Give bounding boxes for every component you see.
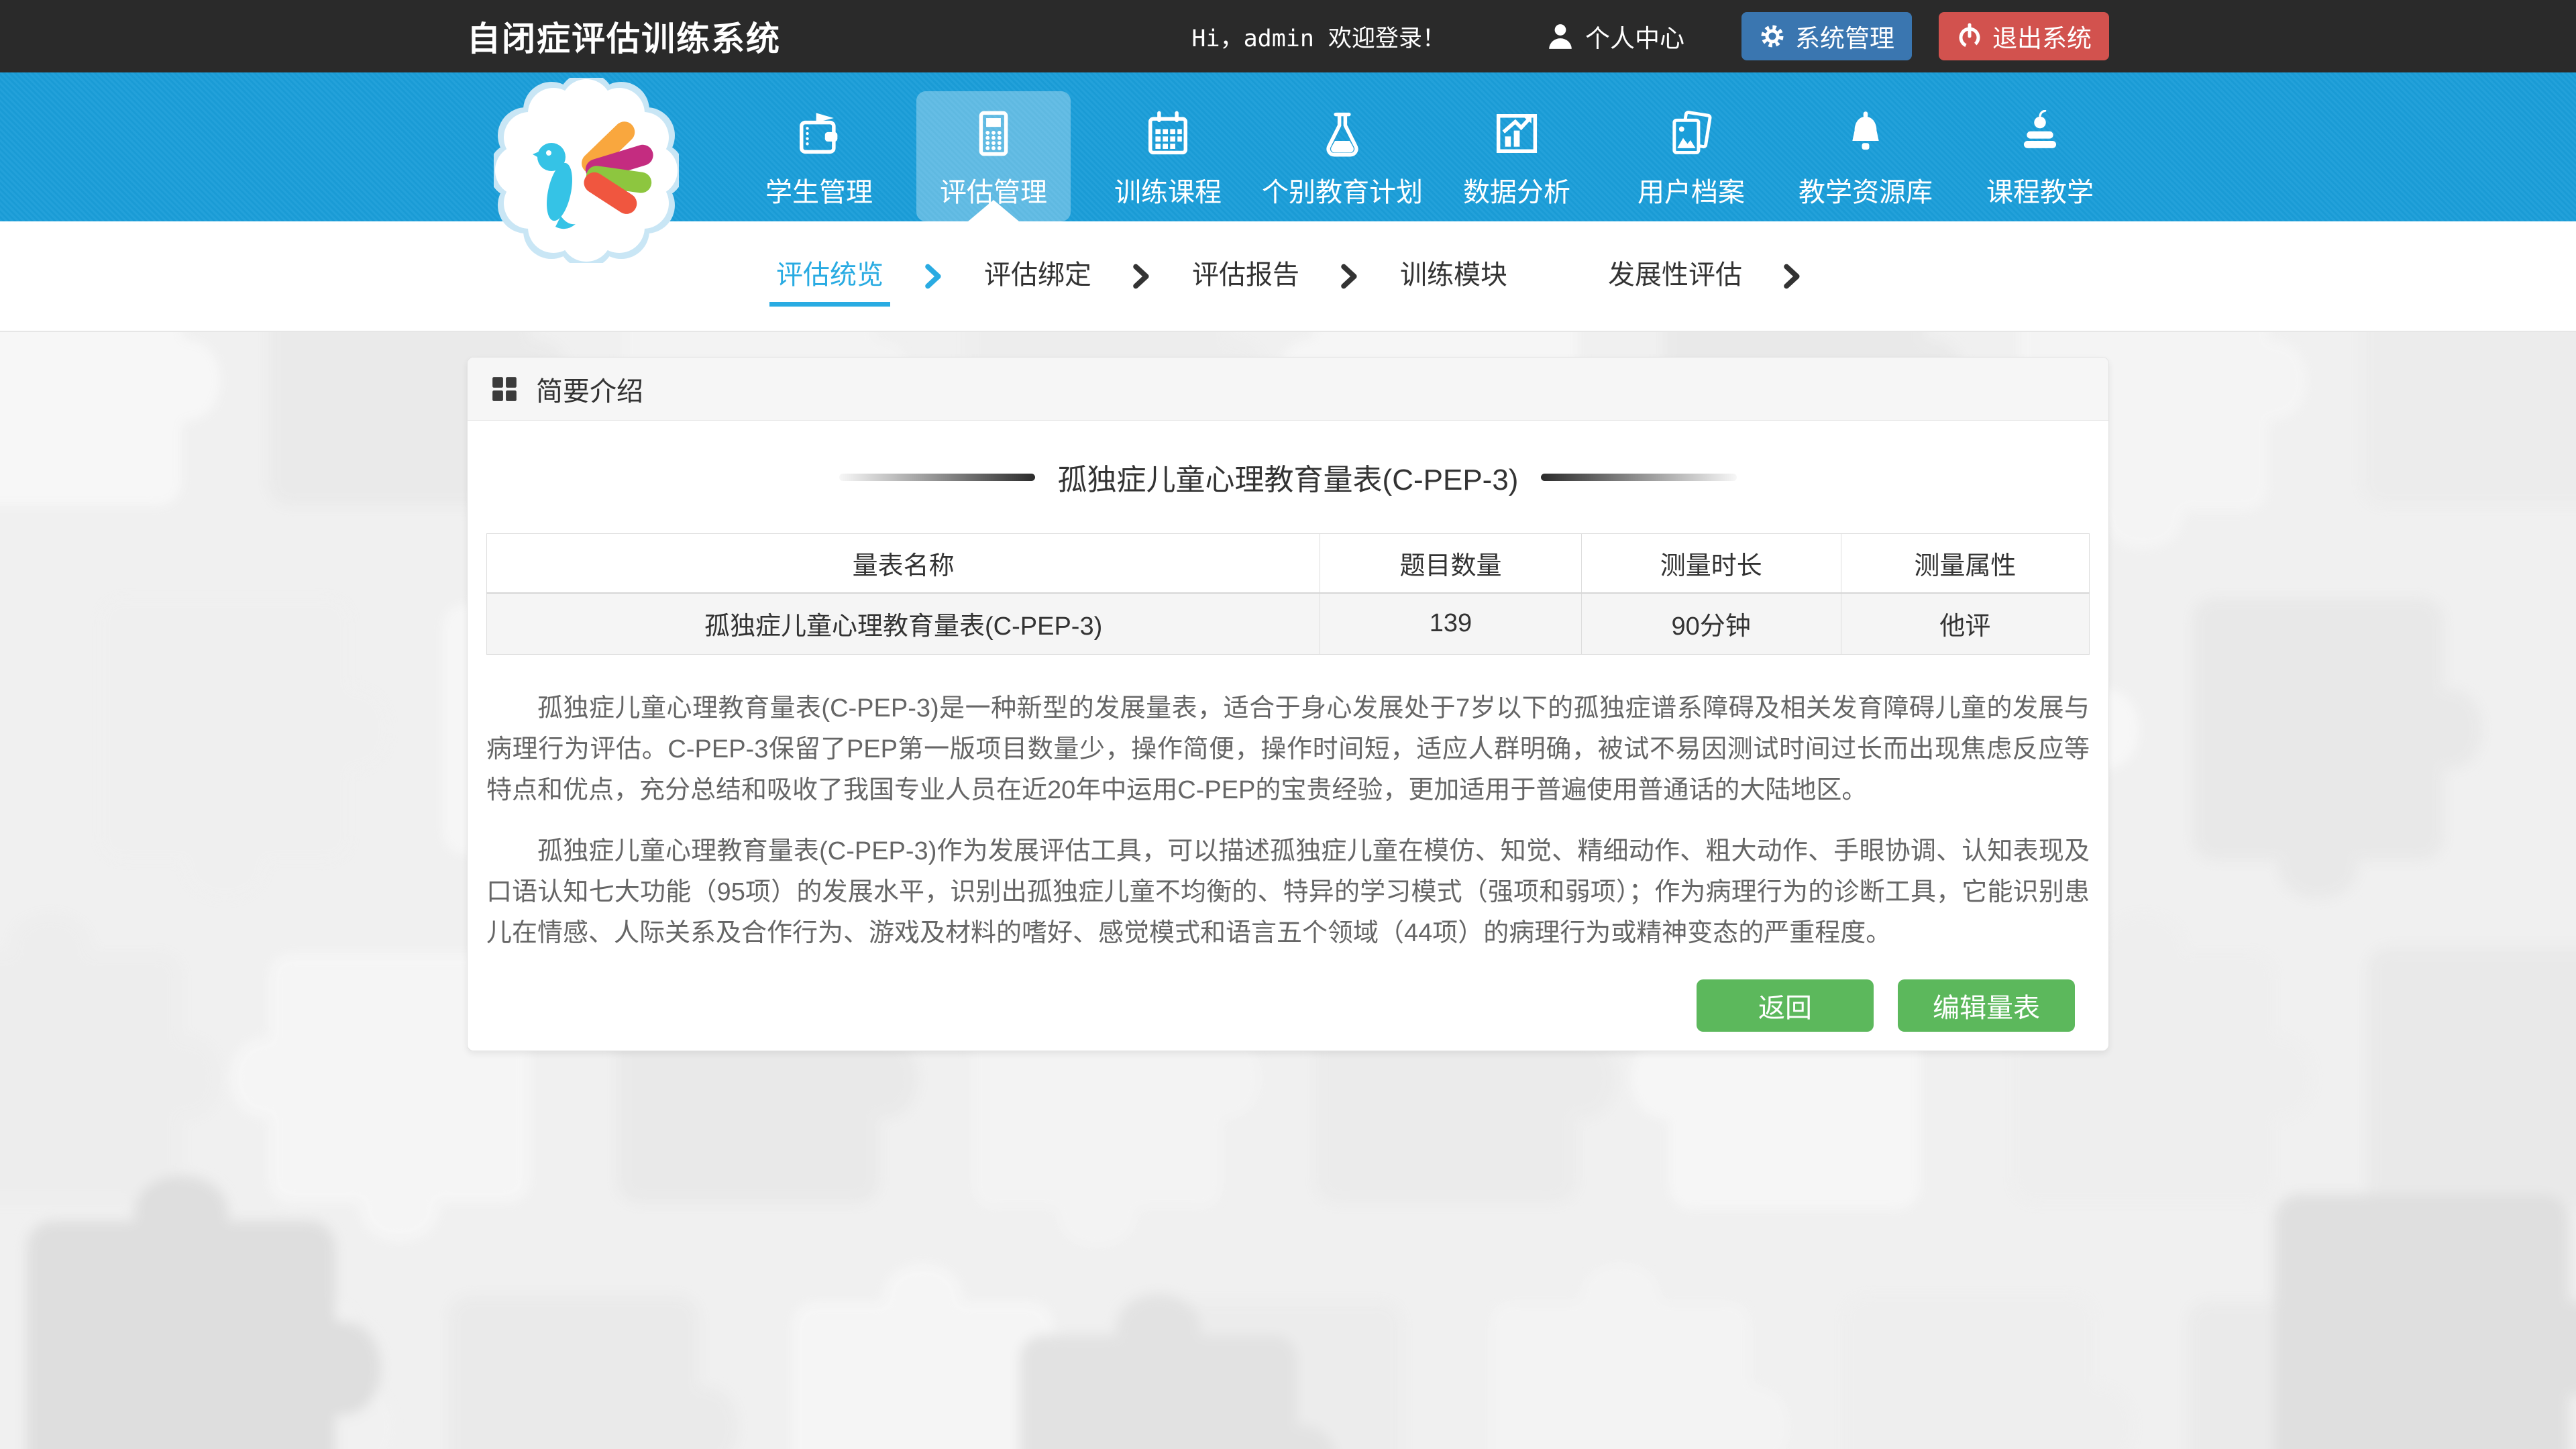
cell-item-count: 139 [1320,593,1581,655]
wallet-icon [796,110,843,157]
nav-label: 教学资源库 [1799,170,1933,209]
system-admin-label: 系统管理 [1795,18,1894,54]
power-icon [1956,23,1983,50]
button-row: 返回 编辑量表 [486,979,2090,1032]
nav-label: 个别教育计划 [1262,170,1423,209]
tab-assessment-binding[interactable]: 评估绑定 [981,246,1094,307]
topbar-right-cluster: Hi，admin 欢迎登录！ 个人中心 系统管理 [1191,12,2109,60]
gear-icon [1759,23,1786,50]
back-button[interactable]: 返回 [1697,979,1874,1032]
top-bar: 自闭症评估训练系统 Hi，admin 欢迎登录！ 个人中心 系统管理 [0,0,2576,72]
nav-item-user-files[interactable]: 用户档案 [1614,91,1768,221]
nav-label: 数据分析 [1463,170,1570,209]
logout-button[interactable]: 退出系统 [1939,12,2109,60]
scale-info-table: 量表名称 题目数量 测量时长 测量属性 孤独症儿童心理教育量表(C-PEP-3)… [486,533,2090,655]
col-header-scale-name: 量表名称 [487,534,1320,593]
nav-item-course-teaching[interactable]: 课程教学 [1963,91,2117,221]
tab-developmental-assessment[interactable]: 发展性评估 [1605,246,1745,307]
flask-icon [1319,110,1366,157]
nav-item-iep[interactable]: 个别教育计划 [1265,91,1419,221]
col-header-item-count: 题目数量 [1320,534,1581,593]
nav-item-assessment[interactable]: 评估管理 [916,91,1071,221]
chevron-right-icon [924,263,944,290]
nav-label: 学生管理 [765,170,873,209]
nav-label: 用户档案 [1638,170,1745,209]
panel-header: 简要介绍 [468,358,2108,421]
system-admin-button[interactable]: 系统管理 [1741,12,1912,60]
cell-duration: 90分钟 [1581,593,1841,655]
nav-item-data-analysis[interactable]: 数据分析 [1440,91,1594,221]
col-header-attribute: 测量属性 [1841,534,2089,593]
welcome-text: Hi，admin 欢迎登录！ [1191,19,1446,54]
intro-paragraph-2: 孤独症儿童心理教育量表(C-PEP-3)作为发展评估工具，可以描述孤独症儿童在模… [486,831,2090,954]
table-row: 孤独症儿童心理教育量表(C-PEP-3) 139 90分钟 他评 [487,593,2090,655]
main-nav: 学生管理 评估管理 训练课程 [0,72,2576,221]
calendar-icon [1144,110,1191,157]
col-header-duration: 测量时长 [1581,534,1841,593]
edit-scale-button[interactable]: 编辑量表 [1898,979,2075,1032]
chevron-right-icon [1782,263,1803,290]
cell-scale-name: 孤独症儿童心理教育量表(C-PEP-3) [487,593,1320,655]
profile-label: 个人中心 [1585,18,1684,54]
intro-paragraph-1: 孤独症儿童心理教育量表(C-PEP-3)是一种新型的发展量表，适合于身心发展处于… [486,688,2090,811]
sub-nav: 评估统览 评估绑定 评估报告 训练模块 发展性评估 [0,221,2576,332]
scale-title-row: 孤独症儿童心理教育量表(C-PEP-3) [486,455,2090,498]
decorative-line-left [839,474,1035,481]
intro-panel: 简要介绍 孤独症儿童心理教育量表(C-PEP-3) 量表名称 题目数量 测量时长… [467,357,2109,1051]
table-header-row: 量表名称 题目数量 测量时长 测量属性 [487,534,2090,593]
nav-label: 课程教学 [1986,170,2094,209]
panel-title: 简要介绍 [536,370,643,409]
decorative-line-right [1541,474,1737,481]
nav-label: 训练课程 [1114,170,1222,209]
main-content: 简要介绍 孤独症儿童心理教育量表(C-PEP-3) 量表名称 题目数量 测量时长… [0,357,2576,1051]
tab-training-module[interactable]: 训练模块 [1397,246,1510,307]
nav-item-resource-library[interactable]: 教学资源库 [1788,91,1943,221]
profile-link[interactable]: 个人中心 [1546,18,1684,54]
scale-title: 孤独症儿童心理教育量表(C-PEP-3) [1058,455,1519,498]
bell-icon [1842,110,1889,157]
books-icon [2017,110,2063,157]
tab-assessment-report[interactable]: 评估报告 [1189,246,1302,307]
app-title: 自闭症评估训练系统 [467,12,781,60]
calculator-icon [970,110,1017,157]
chevron-right-icon [1132,263,1152,290]
logout-label: 退出系统 [1992,18,2092,54]
chart-icon [1493,110,1540,157]
nav-item-students[interactable]: 学生管理 [742,91,896,221]
app-logo [494,78,679,263]
user-icon [1546,22,1574,50]
tab-assessment-overview[interactable]: 评估统览 [773,246,886,307]
chevron-right-icon [1340,263,1360,290]
active-nav-pointer [968,200,1019,221]
photos-icon [1668,110,1715,157]
grid-icon [490,375,519,403]
nav-item-training-course[interactable]: 训练课程 [1091,91,1245,221]
panel-body: 孤独症儿童心理教育量表(C-PEP-3) 量表名称 题目数量 测量时长 测量属性… [468,455,2108,1051]
cell-attribute: 他评 [1841,593,2089,655]
